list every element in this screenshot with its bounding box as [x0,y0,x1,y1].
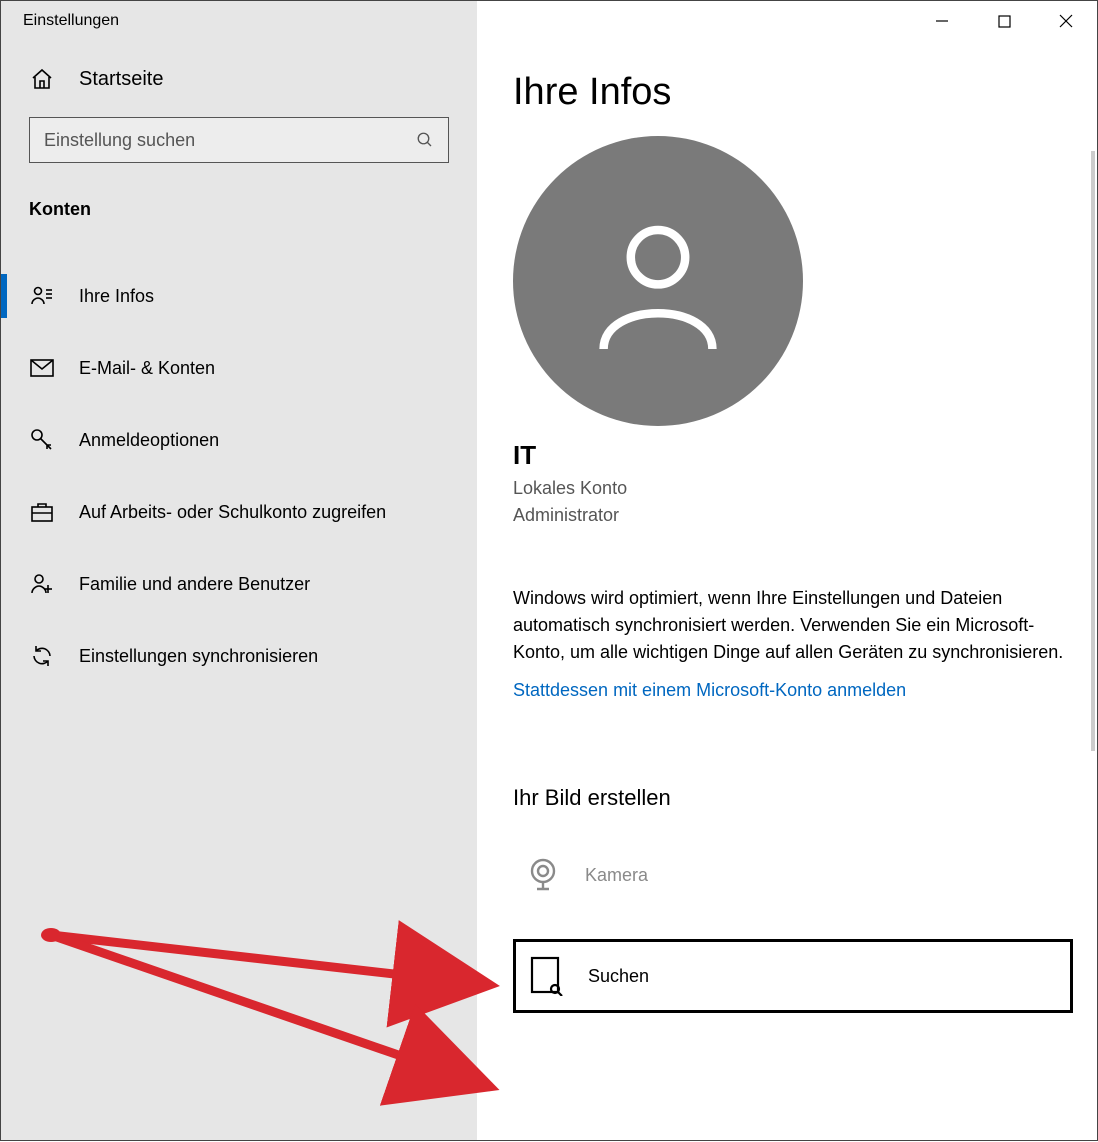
sidebar-item-label: Anmeldeoptionen [79,430,219,451]
window-controls [911,1,1097,41]
camera-label: Kamera [585,865,648,886]
browse-option[interactable]: Suchen [513,939,1073,1013]
search-icon [416,131,434,149]
sidebar-item-work-school[interactable]: Auf Arbeits- oder Schulkonto zugreifen [1,476,477,548]
avatar [513,136,803,426]
sidebar-item-family[interactable]: Familie und andere Benutzer [1,548,477,620]
scrollbar[interactable] [1091,151,1095,751]
sidebar-item-label: Auf Arbeits- oder Schulkonto zugreifen [79,502,386,523]
sidebar-item-label: Einstellungen synchronisieren [79,646,318,667]
sidebar-item-signin-options[interactable]: Anmeldeoptionen [1,404,477,476]
signin-ms-account-link[interactable]: Stattdessen mit einem Microsoft-Konto an… [513,680,906,701]
account-role: Administrator [513,502,1067,529]
camera-option: Kamera [513,841,1073,909]
home-icon [29,67,55,91]
maximize-button[interactable] [973,1,1035,41]
search-input[interactable] [29,117,449,163]
key-icon [29,428,55,452]
sidebar-item-your-info[interactable]: Ihre Infos [1,260,477,332]
search-field[interactable] [44,130,416,151]
person-info-icon [29,284,55,308]
sidebar-item-sync[interactable]: Einstellungen synchronisieren [1,620,477,692]
optimization-text: Windows wird optimiert, wenn Ihre Einste… [513,585,1067,666]
briefcase-icon [29,501,55,523]
home-label: Startseite [79,68,163,91]
minimize-button[interactable] [911,1,973,41]
sync-icon [29,644,55,668]
page-title: Ihre Infos [513,71,1067,114]
camera-icon [523,855,563,895]
sidebar-item-email-accounts[interactable]: E-Mail- & Konten [1,332,477,404]
window-title: Einstellungen [1,1,477,41]
user-name: IT [513,440,1067,471]
account-type: Lokales Konto [513,475,1067,502]
family-icon [29,572,55,596]
create-picture-header: Ihr Bild erstellen [513,785,1067,811]
section-header-accounts: Konten [1,189,477,240]
main-content: Ihre Infos IT Lokales Konto Administrato… [477,1,1097,1140]
close-button[interactable] [1035,1,1097,41]
home-link[interactable]: Startseite [1,41,477,117]
browse-label: Suchen [588,966,649,987]
browse-icon [526,956,566,996]
sidebar-item-label: Familie und andere Benutzer [79,574,310,595]
sidebar-item-label: Ihre Infos [79,286,154,307]
mail-icon [29,358,55,378]
nav-list: Ihre Infos E-Mail- & Konten Anmeldeoptio… [1,240,477,692]
settings-sidebar: Einstellungen Startseite Konten [1,1,477,1140]
sidebar-item-label: E-Mail- & Konten [79,358,215,379]
